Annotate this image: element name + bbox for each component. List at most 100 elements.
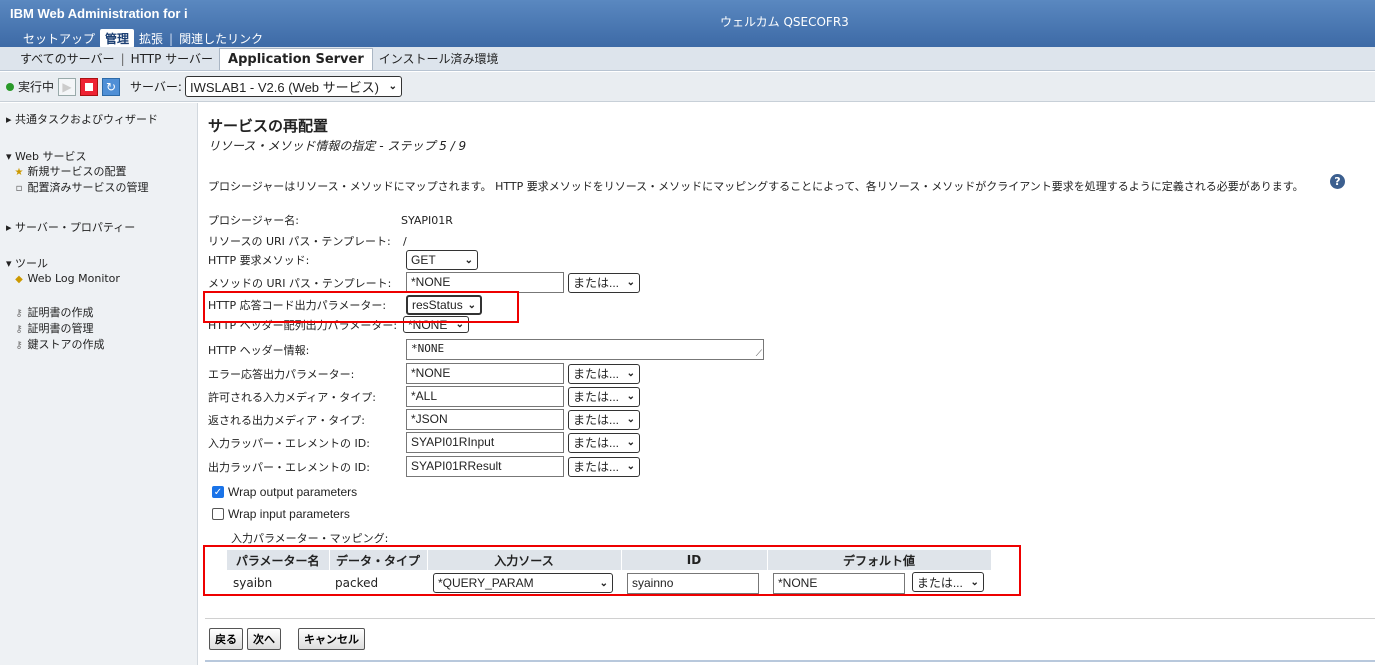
- row-wrap-input: Wrap input parameters: [212, 507, 350, 521]
- main-tabs: セットアップ 管理 拡張 | 関連したリンク: [18, 29, 268, 48]
- cancel-button[interactable]: キャンセル: [298, 628, 365, 650]
- nav-deploy-new-service[interactable]: ★ 新規サービスの配置: [6, 164, 149, 180]
- expand-icon: ▸: [6, 221, 12, 234]
- sidebar: ▸ 共通タスクおよびウィザード ▾ Web サービス ★ 新規サービスの配置 ▫…: [0, 103, 198, 665]
- start-server-button[interactable]: ▶: [58, 77, 77, 96]
- chevron-down-icon: ⌄: [626, 368, 635, 379]
- nav-create-certificate[interactable]: ⚷ 証明書の作成: [6, 305, 105, 321]
- input-media-input[interactable]: *ALL: [406, 386, 564, 407]
- nav-tools-label: ツール: [15, 257, 49, 270]
- or-select-value: または...: [573, 276, 620, 290]
- chevron-down-icon: ⌄: [626, 277, 635, 288]
- restart-server-button[interactable]: ↻: [102, 77, 121, 96]
- row-output-wrapper: 出力ラッパー・エレメントの ID: SYAPI01RResult または... …: [208, 456, 640, 477]
- http-method-select-value: GET: [411, 253, 436, 267]
- nav-server-properties[interactable]: ▸ サーバー・プロパティー: [6, 219, 135, 235]
- subtab-http-server[interactable]: HTTP サーバー: [125, 48, 219, 69]
- method-uri-input[interactable]: *NONE: [406, 272, 564, 293]
- output-media-input[interactable]: *JSON: [406, 409, 564, 430]
- stop-server-button[interactable]: [80, 77, 99, 96]
- tab-advanced[interactable]: 拡張: [134, 29, 168, 48]
- row-http-method: HTTP 要求メソッド: GET ⌄: [208, 250, 478, 270]
- error-response-or-select[interactable]: または... ⌄: [568, 363, 640, 384]
- welcome-text: ウェルカム QSECOFR3: [720, 15, 849, 29]
- chevron-down-icon: ⌄: [388, 81, 397, 92]
- input-media-label: 許可される入力メディア・タイプ:: [208, 390, 376, 404]
- row-error-response: エラー応答出力パラメーター: *NONE または... ⌄: [208, 363, 640, 384]
- method-uri-or-select[interactable]: または... ⌄: [568, 272, 640, 293]
- wrap-input-checkbox[interactable]: [212, 508, 224, 520]
- resource-uri-label: リソースの URI パス・テンプレート:: [208, 235, 391, 248]
- page-title: サービスの再配置: [208, 117, 329, 135]
- next-button[interactable]: 次へ: [247, 628, 281, 650]
- output-media-or-select[interactable]: または... ⌄: [568, 409, 640, 430]
- nav-tools[interactable]: ▾ ツール: [6, 255, 120, 271]
- error-response-input[interactable]: *NONE: [406, 363, 564, 384]
- row-wrap-output: ✓ Wrap output parameters: [212, 485, 357, 499]
- or-select-value: または...: [573, 390, 620, 404]
- server-status: 実行中: [18, 80, 55, 94]
- output-wrapper-or-select[interactable]: または... ⌄: [568, 456, 640, 477]
- input-wrapper-input[interactable]: SYAPI01RInput: [406, 432, 564, 453]
- wrap-input-label: Wrap input parameters: [228, 507, 350, 521]
- input-wrapper-or-select[interactable]: または... ⌄: [568, 432, 640, 453]
- nav-common-tasks-label: 共通タスクおよびウィザード: [15, 113, 159, 126]
- collapse-icon: ▾: [6, 257, 12, 270]
- chevron-down-icon: ⌄: [464, 254, 473, 266]
- subtab-all-servers[interactable]: すべてのサーバー: [14, 48, 121, 69]
- input-media-or-select[interactable]: または... ⌄: [568, 386, 640, 407]
- nav-cert-group: ⚷ 証明書の作成 ⚷ 証明書の管理 ⚷ 鍵ストアの作成: [6, 305, 105, 353]
- header-info-textarea[interactable]: *NONE ⟋: [406, 339, 764, 360]
- chevron-down-icon: ⌄: [626, 437, 635, 448]
- input-wrapper-label: 入力ラッパー・エレメントの ID:: [208, 436, 370, 450]
- button-bar: 戻る 次へ キャンセル: [205, 618, 1375, 662]
- key-icon: ⚷: [15, 324, 23, 335]
- server-select-value: IWSLAB1 - V2.6 (Web サービス): [189, 80, 379, 95]
- output-wrapper-input[interactable]: SYAPI01RResult: [406, 456, 564, 477]
- resize-handle-icon[interactable]: ⟋: [756, 349, 762, 359]
- tab-related-links[interactable]: 関連したリンク: [174, 29, 268, 48]
- or-select-value: または...: [573, 413, 620, 427]
- tab-manage[interactable]: 管理: [100, 29, 135, 48]
- row-input-wrapper: 入力ラッパー・エレメントの ID: SYAPI01RInput または... ⌄: [208, 432, 640, 453]
- nav-manage-cert-label: 証明書の管理: [27, 322, 94, 335]
- server-bar: 実行中 ▶ ↻ サーバー: IWSLAB1 - V2.6 (Web サービス) …: [0, 72, 1375, 102]
- row-method-uri: メソッドの URI パス・テンプレート: *NONE または... ⌄: [208, 272, 640, 293]
- or-select-value: または...: [573, 460, 620, 474]
- tab-setup[interactable]: セットアップ: [18, 29, 100, 48]
- nav-create-keystore[interactable]: ⚷ 鍵ストアの作成: [6, 337, 105, 353]
- method-uri-label: メソッドの URI パス・テンプレート:: [208, 276, 392, 290]
- or-select-value: または...: [573, 436, 620, 450]
- help-icon[interactable]: ?: [1330, 174, 1345, 189]
- document-icon: ▫: [15, 183, 23, 194]
- row-output-media: 返される出力メディア・タイプ: *JSON または... ⌄: [208, 409, 640, 430]
- nav-create-cert-label: 証明書の作成: [27, 306, 94, 319]
- subtab-application-server[interactable]: Application Server: [219, 47, 373, 70]
- http-method-label: HTTP 要求メソッド:: [208, 254, 310, 267]
- nav-manage-deployed-label: 配置済みサービスの管理: [27, 181, 149, 194]
- http-method-select[interactable]: GET ⌄: [406, 250, 478, 270]
- nav-web-log-monitor[interactable]: ◆ Web Log Monitor: [6, 271, 120, 287]
- nav-manage-deployed-services[interactable]: ▫ 配置済みサービスの管理: [6, 180, 149, 196]
- nav-create-keystore-label: 鍵ストアの作成: [27, 338, 105, 351]
- server-select[interactable]: IWSLAB1 - V2.6 (Web サービス) ⌄: [184, 76, 402, 97]
- chevron-down-icon: ⌄: [626, 461, 635, 472]
- mapping-label: 入力パラメーター・マッピング:: [231, 532, 389, 545]
- nav-common-tasks[interactable]: ▸ 共通タスクおよびウィザード: [6, 111, 158, 127]
- chevron-down-icon: ⌄: [626, 391, 635, 402]
- nav-manage-certificate[interactable]: ⚷ 証明書の管理: [6, 321, 105, 337]
- nav-web-services[interactable]: ▾ Web サービス: [6, 148, 149, 164]
- procedure-name-value: SYAPI01R: [401, 213, 453, 227]
- step-title: リソース・メソッド情報の指定 - ステップ 5 / 9: [208, 139, 467, 153]
- subtab-installations[interactable]: インストール済み環境: [373, 48, 505, 69]
- error-response-label: エラー応答出力パラメーター:: [208, 367, 355, 381]
- header-info-label: HTTP ヘッダー情報:: [208, 343, 310, 357]
- row-input-media: 許可される入力メディア・タイプ: *ALL または... ⌄: [208, 386, 640, 407]
- resource-uri-value: /: [403, 234, 407, 248]
- back-button[interactable]: 戻る: [209, 628, 243, 650]
- wrap-output-checkbox[interactable]: ✓: [212, 486, 224, 498]
- top-banner: IBM Web Administration for i ウェルカム QSECO…: [0, 0, 1375, 48]
- nav-web-services-group: ▾ Web サービス ★ 新規サービスの配置 ▫ 配置済みサービスの管理: [6, 148, 149, 196]
- output-media-label: 返される出力メディア・タイプ:: [208, 413, 365, 427]
- collapse-icon: ▾: [6, 150, 12, 163]
